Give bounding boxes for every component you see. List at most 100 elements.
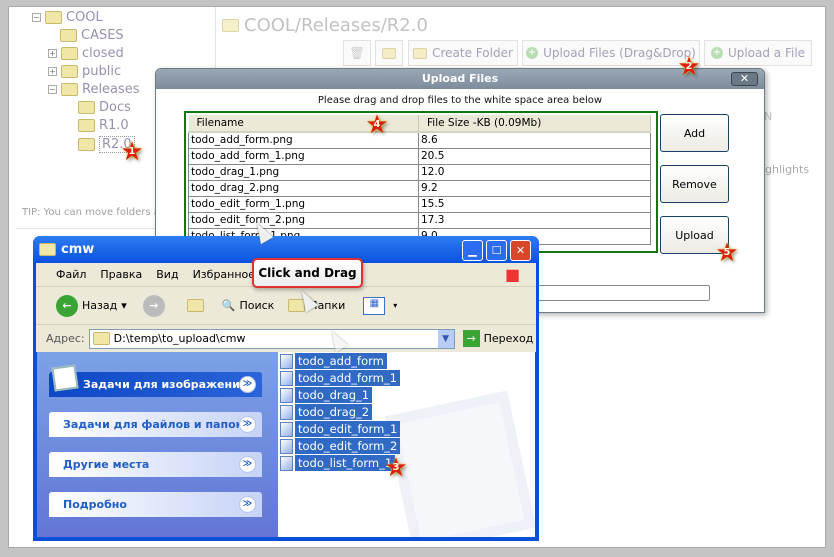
task-panel-header[interactable]: Подробно ≫ <box>49 492 262 517</box>
file-item[interactable]: todo_drag_1 <box>280 387 373 403</box>
forward-button[interactable]: → <box>142 294 165 317</box>
rename-button[interactable] <box>375 40 403 66</box>
image-tasks-icon <box>51 364 79 392</box>
collapse-icon[interactable]: − <box>48 85 57 94</box>
menu-item[interactable]: Вид <box>156 268 178 281</box>
file-item[interactable]: todo_edit_form_2 <box>280 438 401 454</box>
image-file-icon <box>280 438 293 454</box>
label: R1.0 <box>99 118 129 133</box>
folder-edit-icon <box>382 47 396 59</box>
label: CASES <box>81 28 124 43</box>
task-panel-header[interactable]: Задачи для файлов и папок ≫ <box>49 412 262 437</box>
image-file-icon <box>280 455 293 471</box>
label: Подробно <box>63 498 127 511</box>
file-size-cell: 12.0 <box>418 163 651 181</box>
file-name: todo_drag_1 <box>295 387 373 403</box>
menu-item[interactable]: Файл <box>56 268 86 281</box>
toolbar: ← Назад ▾ → 🔍 Поиск Папки ▦ ▾ <box>36 287 536 325</box>
tree-item-public[interactable]: + public <box>48 64 121 79</box>
views-button[interactable]: ▦ <box>363 296 386 315</box>
folder-icon <box>78 119 95 132</box>
remove-button[interactable]: Remove <box>660 165 729 203</box>
file-item[interactable]: todo_add_form <box>280 353 387 369</box>
file-item[interactable]: todo_drag_2 <box>280 404 373 420</box>
step-star-1: ★ 1 <box>120 137 144 167</box>
label: Releases <box>82 82 140 97</box>
tree-item-releases[interactable]: − Releases <box>48 82 140 97</box>
chevron-down-icon[interactable]: ≫ <box>239 456 256 473</box>
expand-icon[interactable]: + <box>48 49 57 58</box>
create-folder-button[interactable]: Create Folder <box>408 40 518 66</box>
title-text: COOL/Releases/R2.0 <box>244 15 428 36</box>
go-button[interactable]: → Переход <box>462 330 533 347</box>
dialog-titlebar[interactable]: Upload Files ✕ <box>156 69 764 89</box>
tree-item-cool[interactable]: − COOL <box>32 10 103 25</box>
search-button[interactable]: 🔍 Поиск <box>222 299 275 312</box>
label: Задачи для изображений <box>83 378 248 391</box>
file-list: todo_add_form todo_add_form_1 todo_drag_1 t… <box>278 352 535 537</box>
label: closed <box>82 46 124 61</box>
file-item[interactable]: todo_list_form_1 <box>280 455 396 471</box>
close-button[interactable]: ✕ <box>731 72 758 86</box>
image-file-icon <box>280 404 293 420</box>
tip-text: TIP: You can move folders a <box>22 207 160 218</box>
filename-cell: todo_edit_form_1.png <box>188 195 419 213</box>
page-title: COOL/Releases/R2.0 <box>222 15 428 36</box>
step-star-3: ★ 3 <box>384 453 408 483</box>
upload-file-button[interactable]: + Upload a File <box>704 40 812 66</box>
back-arrow-icon: ← <box>56 294 78 317</box>
tree-item-r1[interactable]: R1.0 <box>78 118 129 133</box>
label: Поиск <box>239 299 275 312</box>
collapse-icon[interactable]: − <box>32 13 41 22</box>
tree-item-cases[interactable]: CASES <box>60 28 124 43</box>
close-button[interactable]: ✕ <box>510 240 531 261</box>
file-item[interactable]: todo_add_form_1 <box>280 370 400 386</box>
menu-item[interactable]: Избранное <box>193 268 255 281</box>
tree-item-closed[interactable]: + closed <box>48 46 124 61</box>
filename-cell: todo_add_form_1.png <box>188 147 419 165</box>
file-name: todo_drag_2 <box>295 404 373 420</box>
table-row[interactable]: todo_drag_1.png 12.0 <box>188 163 651 181</box>
task-panel-header[interactable]: Задачи для изображений ≫ <box>49 364 262 397</box>
table-row[interactable]: todo_drag_2.png 9.2 <box>188 179 651 197</box>
label: public <box>82 64 122 79</box>
table-row[interactable]: todo_edit_form_1.png 15.5 <box>188 195 651 213</box>
tree-item-docs[interactable]: Docs <box>78 100 131 115</box>
dialog-title: Upload Files <box>421 72 499 85</box>
folder-icon <box>60 29 77 42</box>
image-file-icon <box>280 421 293 437</box>
address-bar: Адрес: D:\temp\to_upload\cmw ▼ → Переход <box>36 325 536 352</box>
file-name: todo_add_form <box>295 353 387 369</box>
label: Create Folder <box>432 46 513 60</box>
delete-button[interactable]: 🗑 <box>343 40 371 66</box>
label: Upload a File <box>727 46 806 60</box>
add-button[interactable]: Add <box>660 114 729 152</box>
file-item[interactable]: todo_edit_form_1 <box>280 421 401 437</box>
up-folder-icon[interactable] <box>186 299 204 312</box>
upload-dragdrop-button[interactable]: + Upload Files (Drag&Drop) <box>522 40 700 66</box>
back-button[interactable]: ← Назад ▾ <box>56 294 127 317</box>
folder-icon <box>61 47 78 60</box>
file-name: todo_list_form_1 <box>295 455 396 471</box>
image-file-icon <box>280 353 293 369</box>
label: COOL <box>66 10 103 25</box>
table-row[interactable]: todo_add_form.png 8.6 <box>188 131 651 149</box>
address-input[interactable]: D:\temp\to_upload\cmw ▼ <box>88 328 455 349</box>
expand-icon[interactable]: + <box>48 67 57 76</box>
table-row[interactable]: todo_add_form_1.png 20.5 <box>188 147 651 165</box>
go-arrow-icon: → <box>462 330 480 347</box>
chevron-down-icon[interactable]: ≫ <box>239 496 256 513</box>
col-size[interactable]: File Size -KB (0.09Mb) <box>418 115 651 133</box>
chevron-down-icon[interactable]: ▼ <box>437 329 454 348</box>
chevron-down-icon[interactable]: ≫ <box>239 376 256 393</box>
folder-add-icon <box>413 47 428 59</box>
minimize-button[interactable]: ▁ <box>462 240 483 261</box>
maximize-button[interactable]: ☐ <box>486 240 507 261</box>
file-name: todo_add_form_1 <box>295 370 400 386</box>
task-panel-header[interactable]: Другие места ≫ <box>49 452 262 477</box>
address-value: D:\temp\to_upload\cmw <box>113 332 246 345</box>
file-size-cell: 9.2 <box>418 179 651 197</box>
menu-item[interactable]: Правка <box>100 268 142 281</box>
ghost-column-header: N <box>764 110 773 123</box>
chevron-down-icon[interactable]: ≫ <box>239 416 256 433</box>
